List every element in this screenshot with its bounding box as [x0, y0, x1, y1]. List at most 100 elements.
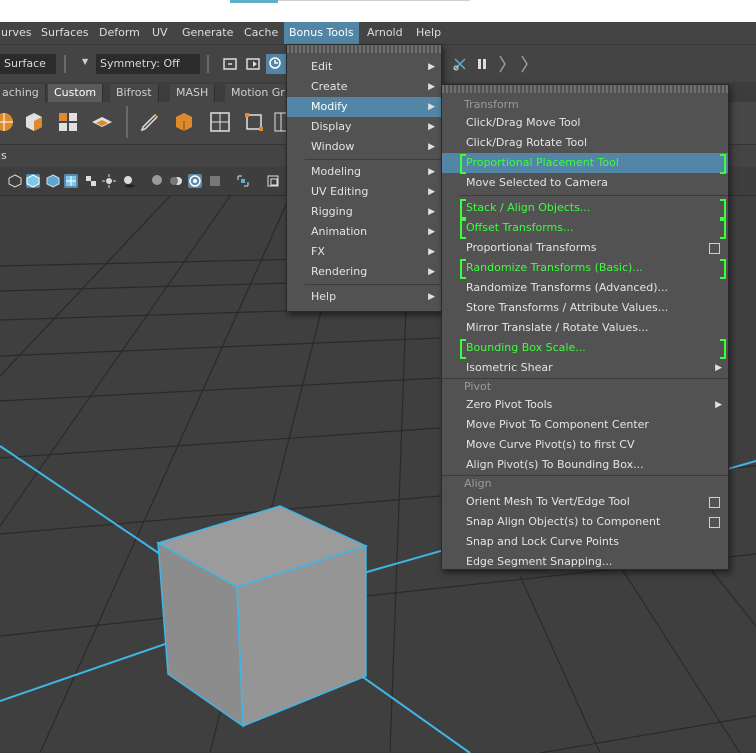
option-box-icon[interactable]	[709, 243, 720, 254]
menu-item-modify[interactable]: Modify ▶	[287, 97, 441, 117]
menu-item-zero-pivot-tools[interactable]: Zero Pivot Tools ▶	[442, 395, 728, 415]
menu-item-rendering[interactable]: Rendering ▶	[287, 262, 441, 282]
menu-item-randomize-basic[interactable]: Randomize Transforms (Basic)...	[442, 258, 728, 279]
pause-icon[interactable]	[474, 56, 490, 72]
submenu-arrow-icon: ▶	[428, 292, 435, 302]
menu-item-bounding-box-scale[interactable]: Bounding Box Scale...	[442, 338, 728, 359]
menu-item-edge-segment-snapping[interactable]: Edge Segment Snapping...	[442, 552, 728, 572]
menu-item-label: Align Pivot(s) To Bounding Box...	[466, 458, 644, 471]
sphere-icon[interactable]	[0, 110, 16, 134]
isolate-select-icon[interactable]	[236, 174, 250, 188]
menu-item-orient-mesh[interactable]: Orient Mesh To Vert/Edge Tool	[442, 492, 728, 512]
selection-mode-field[interactable]: Surface	[0, 54, 56, 74]
menu-generate[interactable]: Generate	[177, 22, 238, 44]
render-snip-icon[interactable]	[452, 56, 468, 72]
menu-item-label: Help	[311, 290, 337, 303]
menu-item-animation[interactable]: Animation ▶	[287, 222, 441, 242]
quad-grid-icon[interactable]	[56, 110, 80, 134]
menu-item-label: Randomize Transforms (Basic)...	[466, 261, 643, 274]
menu-item-stack-align[interactable]: Stack / Align Objects...	[442, 198, 728, 219]
motion-blur-icon[interactable]	[170, 174, 184, 188]
box-icon[interactable]	[172, 110, 196, 134]
menu-curves[interactable]: urves	[0, 22, 37, 44]
expand-arrow-icon[interactable]	[496, 54, 508, 74]
shadows-icon[interactable]	[122, 174, 136, 188]
xray-icon[interactable]	[266, 174, 280, 188]
expand-arrow-icon[interactable]	[518, 54, 530, 74]
wireframe-cube-icon[interactable]	[8, 174, 22, 188]
menu-item-fx[interactable]: FX ▶	[287, 242, 441, 262]
menu-item-proportional-placement[interactable]: Proportional Placement Tool	[442, 153, 728, 174]
symmetry-dropdown[interactable]: Symmetry: Off	[96, 54, 200, 74]
menu-item-store-transforms[interactable]: Store Transforms / Attribute Values...	[442, 298, 728, 318]
bounding-box-icon[interactable]	[242, 110, 266, 134]
menu-item-uv-editing[interactable]: UV Editing ▶	[287, 182, 441, 202]
menu-item-proportional-transforms[interactable]: Proportional Transforms	[442, 238, 728, 258]
menu-deform[interactable]: Deform	[94, 22, 145, 44]
submenu-arrow-icon: ▶	[715, 363, 722, 373]
menu-item-move-selected-to-camera[interactable]: Move Selected to Camera	[442, 173, 728, 193]
section-header-align: Align	[442, 475, 728, 492]
menu-item-label: Window	[311, 140, 355, 153]
wireframe-on-shaded-icon[interactable]	[46, 174, 60, 188]
menu-item-edit[interactable]: Edit ▶	[287, 57, 441, 77]
tab-custom[interactable]: Custom	[48, 84, 104, 102]
checker-icon[interactable]	[84, 174, 98, 188]
menu-item-click-drag-rotate[interactable]: Click/Drag Rotate Tool	[442, 133, 728, 153]
menu-item-move-pivot-component[interactable]: Move Pivot To Component Center	[442, 415, 728, 435]
plane-stack-icon[interactable]	[90, 110, 114, 134]
ambient-occlusion-icon[interactable]	[150, 174, 164, 188]
menu-item-isometric-shear[interactable]: Isometric Shear ▶	[442, 358, 728, 378]
menu-divider	[305, 284, 441, 285]
menu-bonus-tools[interactable]: Bonus Tools	[284, 22, 359, 44]
menu-item-click-drag-move[interactable]: Click/Drag Move Tool	[442, 113, 728, 133]
menu-item-help[interactable]: Help ▶	[287, 287, 441, 307]
option-box-icon[interactable]	[709, 497, 720, 508]
lock-selection-icon[interactable]	[222, 56, 238, 72]
tab-mash[interactable]: MASH	[170, 84, 216, 102]
menu-arnold[interactable]: Arnold	[362, 22, 408, 44]
highlight-selection-icon[interactable]	[245, 56, 261, 72]
panel-menu-lighting[interactable]: ls	[0, 149, 7, 162]
submenu-arrow-icon: ▶	[428, 82, 435, 92]
tab-sculpting[interactable]: aching	[0, 84, 46, 102]
menu-item-align-pivot-bbox[interactable]: Align Pivot(s) To Bounding Box...	[442, 455, 728, 475]
dropdown-arrow-icon[interactable]: ▼	[82, 57, 88, 66]
menu-uv[interactable]: UV	[147, 22, 173, 44]
menu-item-mirror-translate[interactable]: Mirror Translate / Rotate Values...	[442, 318, 728, 338]
menu-item-display[interactable]: Display ▶	[287, 117, 441, 137]
menu-help[interactable]: Help	[411, 22, 446, 44]
uv-layout-icon[interactable]	[208, 110, 232, 134]
menu-item-offset-transforms[interactable]: Offset Transforms...	[442, 218, 728, 239]
anti-aliasing-icon[interactable]	[188, 174, 202, 188]
menu-item-create[interactable]: Create ▶	[287, 77, 441, 97]
menu-item-label: Isometric Shear	[466, 361, 553, 374]
menu-item-snap-lock-curve[interactable]: Snap and Lock Curve Points	[442, 532, 728, 552]
depth-of-field-icon[interactable]	[208, 174, 222, 188]
menu-item-snap-align-objects[interactable]: Snap Align Object(s) to Component	[442, 512, 728, 532]
tab-motion-graphics[interactable]: Motion Gr	[225, 84, 292, 102]
snap-to-grid-icon[interactable]	[266, 54, 286, 74]
shaded-cube-icon[interactable]	[26, 174, 40, 188]
menu-item-randomize-advanced[interactable]: Randomize Transforms (Advanced)...	[442, 278, 728, 298]
submenu-arrow-icon: ▶	[428, 207, 435, 217]
tear-off-handle[interactable]	[287, 45, 441, 53]
menu-surfaces[interactable]: Surfaces	[36, 22, 94, 44]
tab-bifrost[interactable]: Bifrost	[110, 84, 159, 102]
lights-icon[interactable]	[102, 174, 116, 188]
menu-item-label: Edge Segment Snapping...	[466, 555, 613, 568]
menu-item-modeling[interactable]: Modeling ▶	[287, 162, 441, 182]
cube-icon[interactable]	[22, 110, 46, 134]
menu-item-label: FX	[311, 245, 325, 258]
option-box-icon[interactable]	[709, 517, 720, 528]
menu-cache[interactable]: Cache	[239, 22, 283, 44]
pencil-icon[interactable]	[138, 110, 162, 134]
green-bracket-right	[720, 154, 726, 174]
menu-item-rigging[interactable]: Rigging ▶	[287, 202, 441, 222]
textured-icon[interactable]	[64, 174, 78, 188]
menu-item-label: Move Selected to Camera	[466, 176, 608, 189]
tear-off-handle[interactable]	[442, 85, 728, 93]
menu-item-window[interactable]: Window ▶	[287, 137, 441, 157]
toolbar-divider	[207, 55, 209, 73]
menu-item-move-curve-pivot[interactable]: Move Curve Pivot(s) to first CV	[442, 435, 728, 455]
